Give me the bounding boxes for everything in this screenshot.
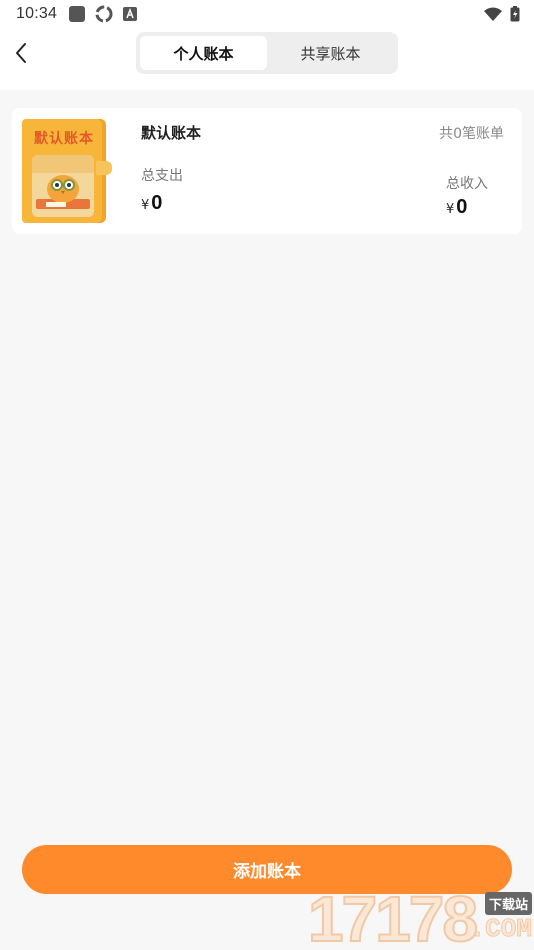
ledger-cover-image: 默认账本 [22, 119, 112, 223]
back-button[interactable] [8, 38, 34, 68]
watermark-domain: .COM [469, 914, 532, 945]
ledger-type-segmented-control: 个人账本 共享账本 [136, 32, 398, 74]
watermark-digits: 17178 [307, 883, 479, 950]
status-notification-icons [69, 5, 138, 23]
add-ledger-button[interactable]: 添加账本 [22, 845, 512, 894]
tab-personal-ledger[interactable]: 个人账本 [140, 36, 267, 70]
status-time: 10:34 [16, 5, 58, 22]
watermark: 17178 下载站 .COM [307, 883, 534, 950]
total-expense-label: 总支出 [141, 168, 183, 184]
ledger-cover-title: 默认账本 [34, 131, 94, 147]
status-bar: 10:34 [0, 0, 534, 28]
ledger-cover-tab [96, 161, 112, 175]
top-nav: 个人账本 共享账本 [0, 28, 534, 90]
ledger-card[interactable]: 默认账本 默认账本 共0笔账单 总支出 ¥ 0 总收入 ¥ 0 [12, 108, 522, 234]
expense-currency-symbol: ¥ [141, 198, 150, 213]
ledger-bill-count: 共0笔账单 [439, 126, 504, 142]
expense-amount: 0 [151, 192, 163, 214]
back-arrow-icon [16, 43, 26, 63]
total-expense-value: ¥ 0 [141, 192, 162, 215]
watermark-site-label: 下载站 [484, 892, 532, 915]
battery-icon [510, 6, 520, 22]
total-income-label: 总收入 [446, 176, 488, 192]
sync-icon [95, 5, 113, 23]
app-notification-icon [69, 6, 86, 22]
wifi-icon [484, 7, 502, 21]
owl-illustration [32, 155, 94, 217]
status-system-icons [484, 6, 520, 22]
income-currency-symbol: ¥ [446, 202, 455, 217]
tab-shared-ledger[interactable]: 共享账本 [267, 36, 394, 70]
a-icon [123, 7, 138, 21]
income-amount: 0 [456, 196, 468, 218]
ledger-name: 默认账本 [141, 124, 202, 142]
total-income-value: ¥ 0 [446, 196, 467, 219]
